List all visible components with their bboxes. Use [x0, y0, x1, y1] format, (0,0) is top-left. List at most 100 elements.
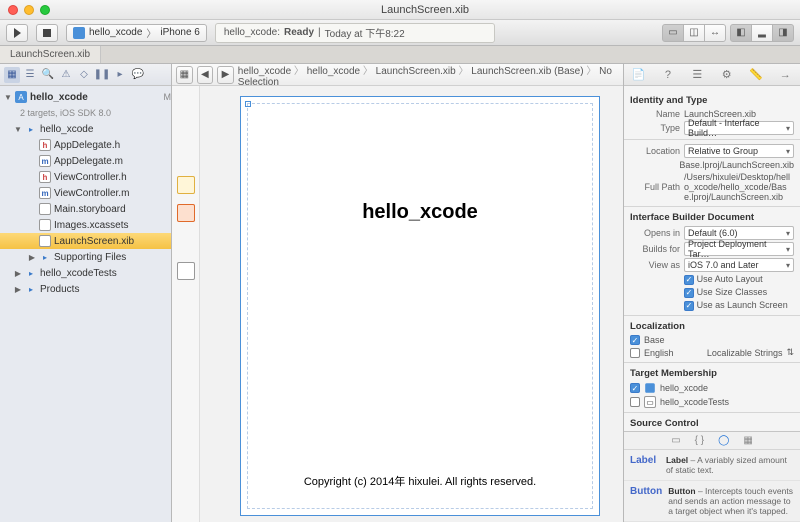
breadcrumb-separator: 〉 [456, 66, 472, 77]
symbol-navigator-tab[interactable]: ☰ [22, 67, 38, 83]
tree-item-hello_xcode[interactable]: ▼▸hello_xcode [0, 121, 171, 137]
xc-file-icon [39, 219, 51, 231]
m-file-icon: m [39, 187, 51, 199]
tree-item-supporting-files[interactable]: ▶▸Supporting Files [0, 249, 171, 265]
tree-item-viewcontroller-m[interactable]: mViewController.m [0, 185, 171, 201]
tree-item-label: Main.storyboard [54, 204, 126, 215]
project-root[interactable]: ▼A hello_xcode M [0, 89, 171, 105]
file-template-library-tab[interactable]: ▭ [671, 435, 680, 446]
launch-screen-checkbox[interactable]: ✓ [684, 301, 694, 311]
copyright-label[interactable]: Copyright (c) 2014年 hixulei. All rights … [241, 473, 599, 489]
version-editor-button[interactable]: ↔ [704, 24, 726, 42]
report-navigator-tab[interactable]: 💬 [130, 67, 146, 83]
object-library-tab[interactable]: ◯ [718, 435, 729, 446]
disclosure-triangle[interactable]: ▶ [14, 285, 22, 294]
disclosure-triangle[interactable]: ▼ [14, 125, 22, 134]
library-panel: ▭ { } ◯ ▦ Label Label – A variably sized… [624, 431, 800, 522]
minimize-window-button[interactable] [24, 5, 34, 15]
find-navigator-tab[interactable]: 🔍 [40, 67, 56, 83]
project-navigator-tab[interactable]: ▦ [4, 67, 20, 83]
h-file-icon: h [39, 139, 51, 151]
view-as-select[interactable]: iOS 7.0 and Later [684, 258, 794, 272]
status-sep: | [318, 27, 321, 38]
related-items-button[interactable]: ▦ [176, 66, 193, 84]
tree-item-hello_xcodetests[interactable]: ▶▸hello_xcodeTests [0, 265, 171, 281]
zoom-window-button[interactable] [40, 5, 50, 15]
sb-file-icon [39, 203, 51, 215]
tree-item-products[interactable]: ▶▸Products [0, 281, 171, 297]
target2-label: hello_xcodeTests [660, 397, 729, 407]
type-select[interactable]: Default - Interface Build… [684, 121, 794, 135]
status-time: Today at 下午8:22 [325, 25, 405, 40]
issue-navigator-tab[interactable]: ⚠ [58, 67, 74, 83]
builds-for-select[interactable]: Project Deployment Tar… [684, 242, 794, 256]
size-inspector-tab[interactable]: 📏 [748, 67, 764, 83]
tree-item-launchscreen-xib[interactable]: LaunchScreen.xib [0, 233, 171, 249]
debug-navigator-tab[interactable]: ❚❚ [94, 67, 110, 83]
forward-button[interactable]: ▶ [217, 66, 234, 84]
target-heading: Target Membership [630, 368, 794, 379]
launch-screen-view[interactable]: hello_xcode Copyright (c) 2014年 hixulei.… [240, 96, 600, 516]
files-owner-icon[interactable] [177, 176, 195, 194]
run-button[interactable] [6, 24, 28, 42]
tree-item-label: Supporting Files [54, 252, 126, 263]
breadcrumb-item[interactable]: hello_xcode [238, 66, 291, 77]
breadcrumb-item[interactable]: LaunchScreen.xib [376, 66, 456, 77]
scheme-selector[interactable]: hello_xcode 〉 iPhone 6 [66, 24, 207, 42]
media-library-tab[interactable]: ▦ [743, 435, 752, 446]
editor-tab[interactable]: LaunchScreen.xib [0, 46, 101, 63]
location-select[interactable]: Relative to Group [684, 144, 794, 158]
window-title: LaunchScreen.xib [50, 4, 800, 16]
opens-in-select[interactable]: Default (6.0) [684, 226, 794, 240]
auto-layout-checkbox[interactable]: ✓ [684, 275, 694, 285]
standard-editor-button[interactable]: ▭ [662, 24, 684, 42]
disclosure-triangle[interactable]: ▶ [28, 253, 36, 262]
ib-canvas[interactable]: hello_xcode Copyright (c) 2014年 hixulei.… [172, 86, 623, 522]
tree-item-main-storyboard[interactable]: Main.storyboard [0, 201, 171, 217]
english-loc-checkbox[interactable] [630, 348, 640, 358]
opens-in-label: Opens in [630, 228, 680, 238]
tree-item-label: hello_xcode [40, 124, 93, 135]
file-inspector-tab[interactable]: 📄 [631, 67, 647, 83]
assistant-editor-button[interactable]: ◫ [683, 24, 705, 42]
navigator-tab-bar: ▦ ☰ 🔍 ⚠ ◇ ❚❚ ▸ 💬 [0, 64, 171, 86]
first-responder-icon[interactable] [177, 204, 195, 222]
english-loc-type[interactable]: Localizable Strings [707, 348, 783, 358]
target2-checkbox[interactable] [630, 397, 640, 407]
toggle-utilities-button[interactable]: ◨ [772, 24, 794, 42]
toggle-navigator-button[interactable]: ◧ [730, 24, 752, 42]
inspector-tab-bar: 📄 ? ☰ ⚙ 📏 → [624, 64, 800, 86]
identity-inspector-tab[interactable]: ☰ [689, 67, 705, 83]
button-title: Button [668, 486, 695, 496]
size-classes-checkbox[interactable]: ✓ [684, 288, 694, 298]
disclosure-triangle[interactable]: ▶ [14, 269, 22, 278]
base-loc-label: Base [644, 335, 665, 345]
breakpoint-navigator-tab[interactable]: ▸ [112, 67, 128, 83]
library-item-button[interactable]: Button Button – Intercepts touch events … [624, 481, 800, 522]
library-item-label[interactable]: Label Label – A variably sized amount of… [624, 450, 800, 481]
view-object-icon[interactable] [177, 262, 195, 280]
quick-help-tab[interactable]: ? [660, 67, 676, 83]
test-navigator-tab[interactable]: ◇ [76, 67, 92, 83]
tree-item-viewcontroller-h[interactable]: hViewController.h [0, 169, 171, 185]
english-loc-label: English [644, 348, 674, 358]
tree-item-appdelegate-h[interactable]: hAppDelegate.h [0, 137, 171, 153]
stop-button[interactable] [36, 24, 58, 42]
close-window-button[interactable] [8, 5, 18, 15]
status-state: Ready [284, 27, 314, 38]
tree-item-appdelegate-m[interactable]: mAppDelegate.m [0, 153, 171, 169]
editor-area: ▦ ◀ ▶ hello_xcode 〉 hello_xcode 〉 Launch… [172, 64, 624, 522]
breadcrumb-item[interactable]: hello_xcode [307, 66, 360, 77]
breadcrumb-item[interactable]: LaunchScreen.xib (Base) [471, 66, 583, 77]
attributes-inspector-tab[interactable]: ⚙ [719, 67, 735, 83]
toggle-debug-button[interactable]: ▂ [751, 24, 773, 42]
tree-item-images-xcassets[interactable]: Images.xcassets [0, 217, 171, 233]
back-button[interactable]: ◀ [197, 66, 214, 84]
toolbar: hello_xcode 〉 iPhone 6 hello_xcode: Read… [0, 20, 800, 46]
target1-checkbox[interactable]: ✓ [630, 383, 640, 393]
title-label[interactable]: hello_xcode [241, 201, 599, 224]
type-label: Type [630, 123, 680, 133]
connections-inspector-tab[interactable]: → [777, 67, 793, 83]
base-loc-checkbox[interactable]: ✓ [630, 335, 640, 345]
code-snippet-library-tab[interactable]: { } [695, 435, 704, 446]
